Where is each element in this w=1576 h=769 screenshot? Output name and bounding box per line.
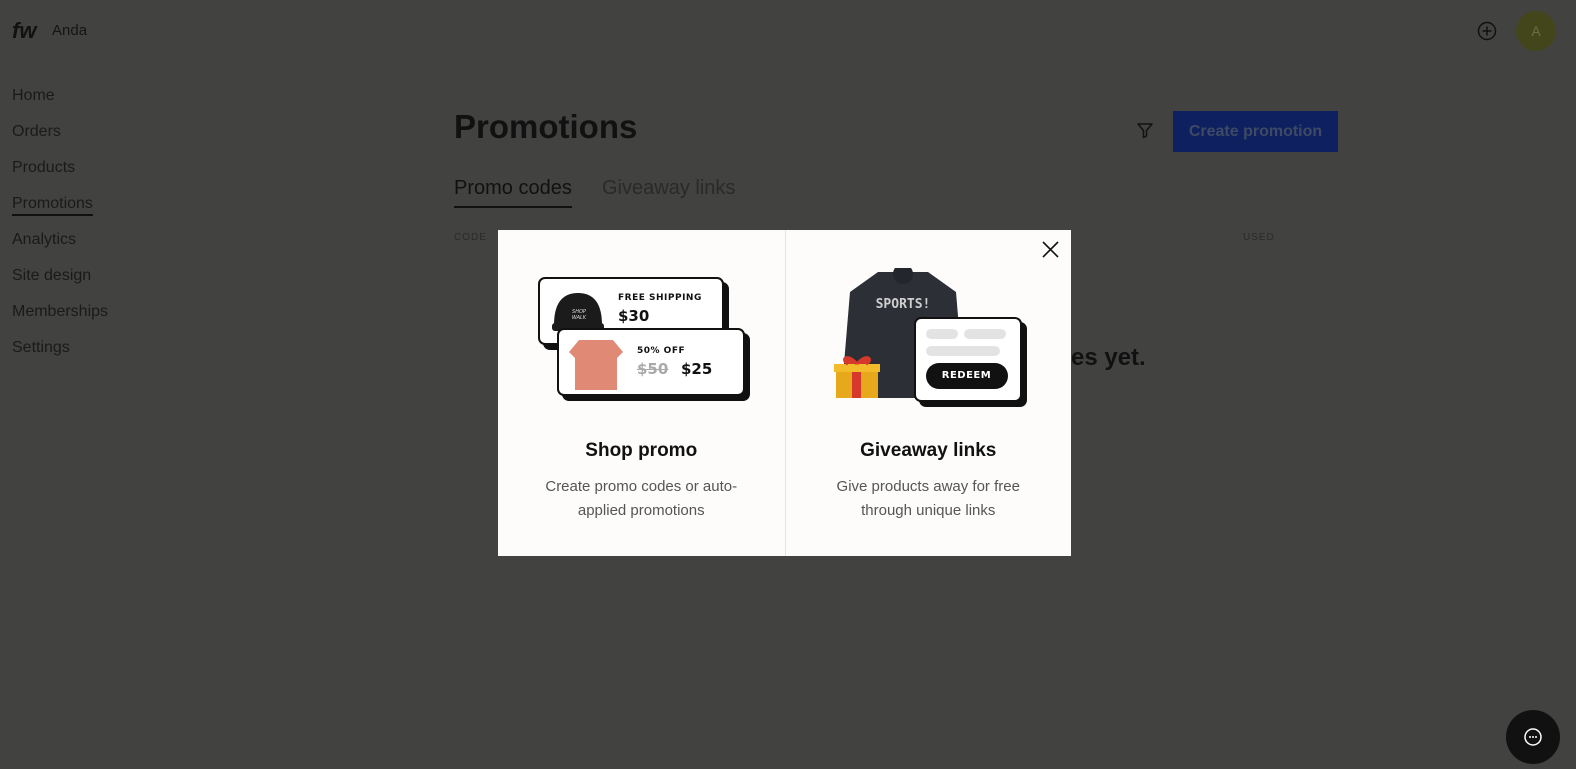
sidebar-item-site-design[interactable]: Site design xyxy=(12,266,108,302)
filter-icon[interactable] xyxy=(1136,121,1154,139)
card-label: 50% OFF xyxy=(637,346,686,356)
sidebar-item-promotions[interactable]: Promotions xyxy=(12,194,108,230)
discount-card: 50% OFF $50 $25 xyxy=(557,328,745,396)
logo[interactable]: fw xyxy=(12,18,36,44)
card-price: $30 xyxy=(618,307,650,325)
sidebar-item-settings[interactable]: Settings xyxy=(12,338,108,374)
shop-promo-option[interactable]: SHOP WALK FREE SHIPPING $30 50% OFF $50 … xyxy=(498,230,785,556)
column-header-code[interactable]: CODE xyxy=(454,232,487,243)
tab-giveaway-links[interactable]: Giveaway links xyxy=(602,177,735,200)
gift-icon xyxy=(833,356,880,398)
option-title: Giveaway links xyxy=(860,440,997,461)
chat-button[interactable] xyxy=(1506,710,1560,764)
shirt-image xyxy=(569,340,623,390)
sidebar-item-analytics[interactable]: Analytics xyxy=(12,230,108,266)
chat-icon xyxy=(1524,728,1542,746)
option-title: Shop promo xyxy=(585,440,698,461)
sidebar-item-orders[interactable]: Orders xyxy=(12,122,108,158)
old-price: $50 xyxy=(637,360,669,378)
sidebar-item-home[interactable]: Home xyxy=(12,86,108,122)
card-label: FREE SHIPPING xyxy=(618,293,702,303)
sidebar-nav: Home Orders Products Promotions Analytic… xyxy=(12,86,108,374)
empty-state-text: es yet. xyxy=(1071,344,1146,371)
redeem-card: REDEEM xyxy=(913,317,1022,402)
create-promotion-button[interactable]: Create promotion xyxy=(1173,111,1338,152)
sidebar-item-memberships[interactable]: Memberships xyxy=(12,302,108,338)
option-description: Create promo codes or auto-applied promo… xyxy=(545,478,738,519)
option-description: Give products away for free through uniq… xyxy=(836,478,1020,519)
close-icon[interactable] xyxy=(1042,241,1059,258)
tab-promo-codes[interactable]: Promo codes xyxy=(454,177,572,208)
new-price: $25 xyxy=(681,360,713,378)
sidebar-item-products[interactable]: Products xyxy=(12,158,108,194)
store-name[interactable]: Anda xyxy=(52,22,87,39)
shirt-text: SPORTS! xyxy=(875,297,930,312)
create-promotion-modal: SHOP WALK FREE SHIPPING $30 50% OFF $50 … xyxy=(498,230,1071,556)
page-title: Promotions xyxy=(454,108,638,145)
column-header-used[interactable]: USED xyxy=(1243,232,1275,243)
add-icon[interactable] xyxy=(1476,20,1498,42)
cap-text: SHOP WALK xyxy=(571,309,587,321)
avatar[interactable]: A xyxy=(1516,11,1556,51)
giveaway-links-option[interactable]: SPORTS! REDEEM Giveaway links Give produ… xyxy=(784,230,1072,556)
redeem-button: REDEEM xyxy=(925,363,1008,389)
